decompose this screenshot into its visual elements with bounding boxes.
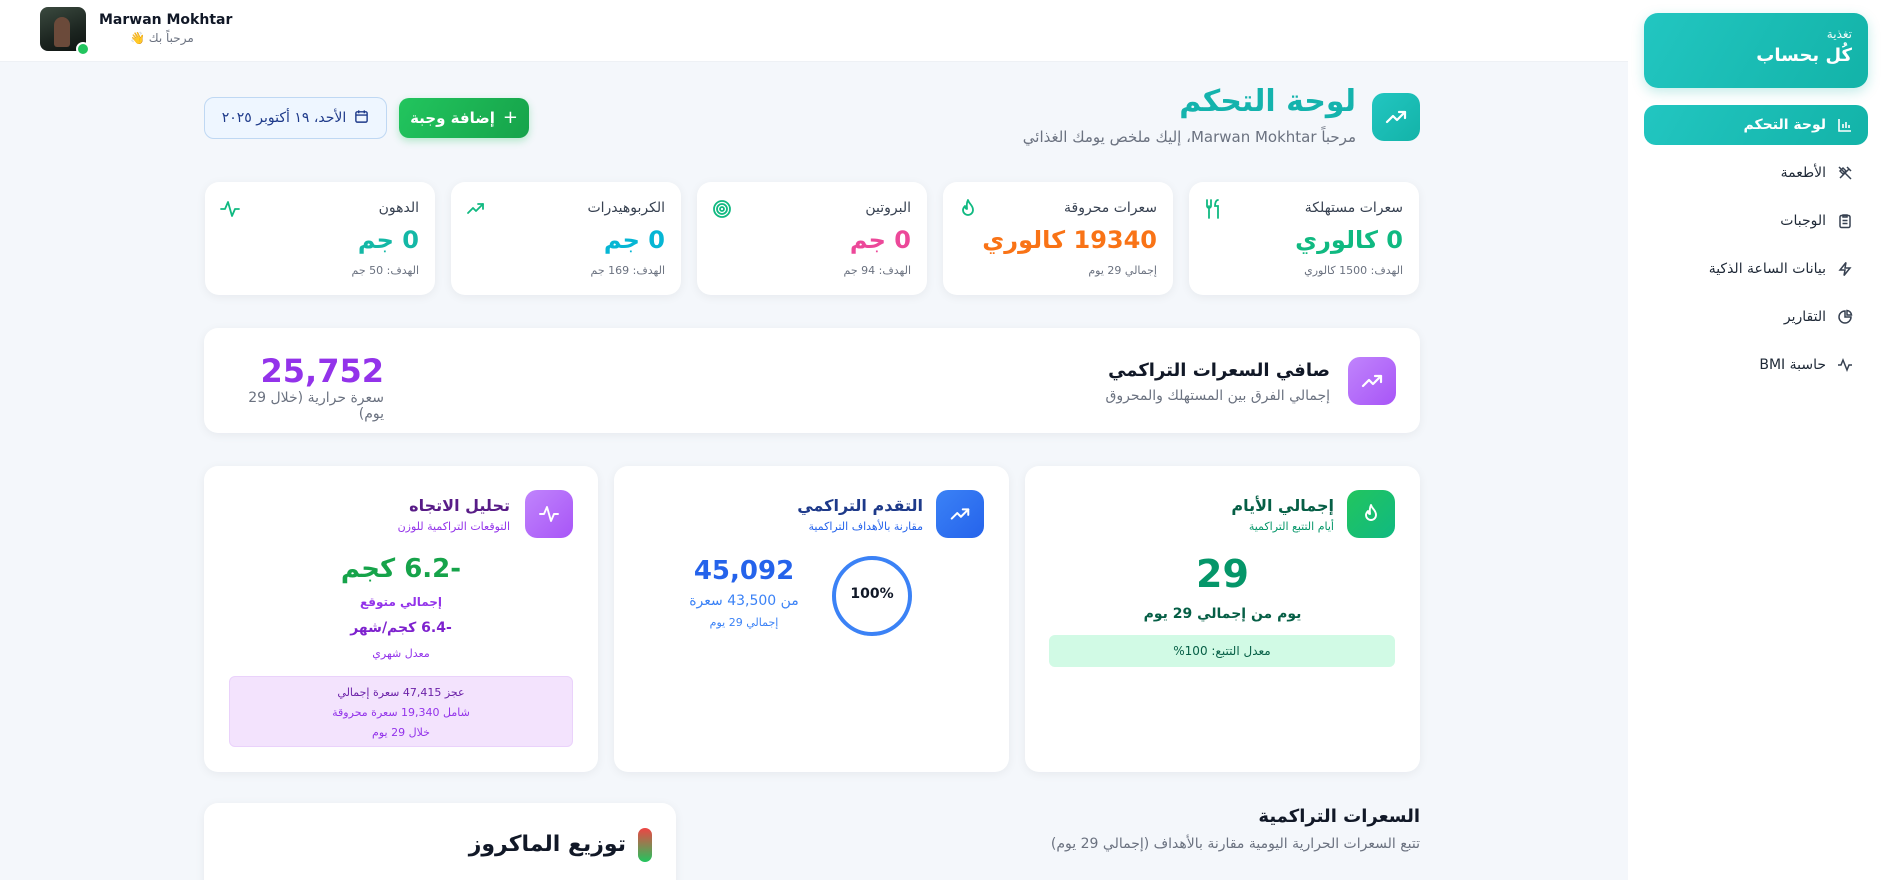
activity-icon <box>219 198 241 220</box>
card-title: تحليل الاتجاه <box>409 496 510 515</box>
user-name: Marwan Mokhtar <box>99 12 233 28</box>
card-title: إجمالي الأيام <box>1231 496 1334 515</box>
net-calories-subtitle: إجمالي الفرق بين المستهلك والمحروق <box>1105 388 1331 404</box>
sidebar-item-label: لوحة التحكم <box>1743 117 1826 133</box>
card-subtitle: التوقعات التراكمية للوزن <box>397 520 510 533</box>
days-value: 29 <box>1196 552 1249 596</box>
utensils-icon <box>1203 198 1225 220</box>
sidebar-item-smartwatch[interactable]: بيانات الساعة الذكية <box>1644 249 1868 289</box>
stat-value: 0 جم <box>603 226 665 254</box>
macro-color-indicator <box>638 828 652 862</box>
sidebar-item-label: بيانات الساعة الذكية <box>1708 261 1826 277</box>
period-line: خلال 29 يوم <box>372 726 430 739</box>
card-subtitle: أيام التتبع التراكمية <box>1248 520 1334 533</box>
plus-icon: + <box>502 107 518 128</box>
flame-icon <box>957 198 979 220</box>
zap-icon <box>1836 260 1854 278</box>
cumulative-calories-subtitle: تتبع السعرات الحرارية اليومية مقارنة بال… <box>1050 836 1420 852</box>
days-line: يوم من إجمالي 29 يوم <box>1143 606 1302 622</box>
user-greeting: مرحباً بك 👋 <box>130 31 194 45</box>
clipboard-icon <box>1836 212 1854 230</box>
stat-sub: الهدف: 1500 كالوري <box>1304 264 1403 277</box>
stat-label: سعرات مستهلكة <box>1304 200 1403 216</box>
online-status-dot <box>76 42 90 56</box>
cumulative-calories-title: السعرات التراكمية <box>1258 806 1420 827</box>
stat-sub: الهدف: 50 جم <box>351 264 419 277</box>
tracking-rate-badge: معدل التتبع: 100% <box>1049 635 1395 667</box>
stat-value: 0 جم <box>849 226 911 254</box>
stat-label: سعرات محروقة <box>1064 200 1157 216</box>
stat-label: البروتين <box>865 200 911 216</box>
stat-sub: إجمالي 29 يوم <box>1088 264 1157 277</box>
brand-logo[interactable]: تغذية كُل بحساب <box>1644 13 1868 88</box>
progress-percent: 100% <box>850 586 894 602</box>
stat-card-carbs: الكربوهيدرات 0 جم الهدف: 169 جم <box>451 182 681 295</box>
deficit-summary-box: عجز 47,415 سعرة إجمالي شامل 19,340 سعرة … <box>229 676 573 747</box>
cumulative-progress-card: التقدم التراكمي مقارنة بالأهداف التراكمي… <box>614 466 1009 772</box>
total-days-card: إجمالي الأيام أيام التتبع التراكمية 29 ي… <box>1025 466 1420 772</box>
add-meal-label: إضافة وجبة <box>410 109 495 127</box>
progress-days: إجمالي 29 يوم <box>709 616 779 629</box>
sidebar-item-bmi[interactable]: حاسبة BMI <box>1644 345 1868 385</box>
pie-chart-icon <box>1836 308 1854 326</box>
add-meal-button[interactable]: + إضافة وجبة <box>399 98 529 138</box>
net-calories-title: صافي السعرات التراكمي <box>1108 360 1330 381</box>
brand-tagline: تغذية <box>1826 27 1852 41</box>
stat-sub: الهدف: 94 جم <box>843 264 911 277</box>
top-bar <box>0 0 1628 62</box>
monthly-label: معدل شهري <box>372 647 430 660</box>
stat-label: الكربوهيدرات <box>587 200 665 216</box>
net-calories-value: 25,752 <box>260 352 384 390</box>
page-subtitle: مرحباً Marwan Mokhtar، إليك ملخص يومك ال… <box>1022 128 1356 146</box>
stat-sub: الهدف: 169 جم <box>590 264 665 277</box>
stat-card-protein: البروتين 0 جم الهدف: 94 جم <box>697 182 927 295</box>
dashboard-trend-icon <box>1372 93 1420 141</box>
activity-icon <box>1836 356 1854 374</box>
bar-chart-icon <box>1836 116 1854 134</box>
monthly-rate: -6.4 كجم/شهر <box>350 620 452 636</box>
date-picker-button[interactable]: الأحد، ١٩ أكتوبر ٢٠٢٥ <box>204 97 387 139</box>
stat-card-fat: الدهون 0 جم الهدف: 50 جم <box>205 182 435 295</box>
progress-of: من 43,500 سعرة <box>689 593 799 609</box>
projected-weight: -6.2 كجم <box>340 554 462 584</box>
stat-card-burned: سعرات محروقة 19340 كالوري إجمالي 29 يوم <box>943 182 1173 295</box>
stat-value: 0 كالوري <box>1295 226 1403 254</box>
deficit-line: عجز 47,415 سعرة إجمالي <box>337 686 465 699</box>
sidebar-item-foods[interactable]: الأطعمة <box>1644 153 1868 193</box>
activity-icon <box>525 490 573 538</box>
target-icon <box>711 198 733 220</box>
date-label: الأحد، ١٩ أكتوبر ٢٠٢٥ <box>221 110 347 126</box>
burned-line: شامل 19,340 سعرة محروقة <box>332 706 470 719</box>
sidebar-item-label: التقارير <box>1783 309 1826 325</box>
stat-value: 19340 كالوري <box>982 226 1157 254</box>
calendar-icon <box>354 109 369 128</box>
sidebar-item-label: الوجبات <box>1780 213 1826 229</box>
card-subtitle: مقارنة بالأهداف التراكمية <box>808 520 923 533</box>
net-calories-note: سعرة حرارية (خلال 29 يوم) <box>248 390 384 422</box>
trend-up-icon <box>936 490 984 538</box>
projected-label: إجمالي متوقع <box>359 595 443 609</box>
page-title: لوحة التحكم <box>1179 84 1356 119</box>
stat-card-consumed: سعرات مستهلكة 0 كالوري الهدف: 1500 كالور… <box>1189 182 1419 295</box>
trending-up-icon <box>465 198 487 220</box>
sidebar-item-meals[interactable]: الوجبات <box>1644 201 1868 241</box>
sidebar-item-reports[interactable]: التقارير <box>1644 297 1868 337</box>
flame-icon <box>1347 490 1395 538</box>
card-title: التقدم التراكمي <box>797 496 923 515</box>
sidebar-item-dashboard[interactable]: لوحة التحكم <box>1644 105 1868 145</box>
stat-label: الدهون <box>378 200 419 216</box>
trend-analysis-card: تحليل الاتجاه التوقعات التراكمية للوزن -… <box>204 466 598 772</box>
sidebar-item-label: حاسبة BMI <box>1759 357 1826 373</box>
stat-value: 0 جم <box>357 226 419 254</box>
utensils-crossed-icon <box>1836 164 1854 182</box>
trend-up-icon <box>1348 357 1396 405</box>
progress-value: 45,092 <box>693 556 795 586</box>
sidebar-item-label: الأطعمة <box>1780 165 1826 181</box>
macro-distribution-title: توزيع الماكروز <box>468 832 626 857</box>
